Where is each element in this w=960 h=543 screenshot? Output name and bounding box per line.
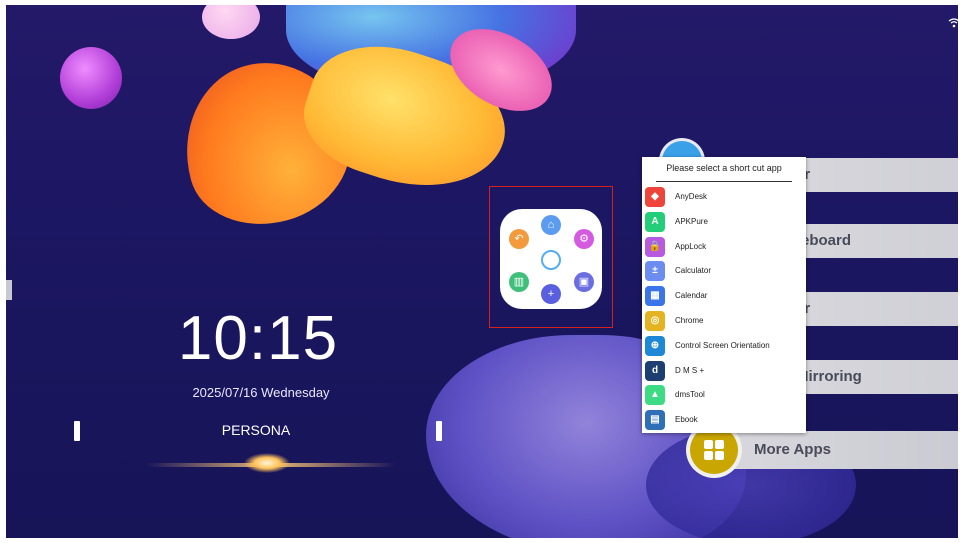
more-apps-label: More Apps [754, 441, 831, 458]
add-shortcut-icon[interactable]: + [541, 284, 561, 304]
dmstool-icon: ▲ [645, 385, 665, 406]
app-name: Calculator [675, 266, 712, 276]
side-panel-handle[interactable] [6, 280, 12, 300]
calendar-icon: ▦ [645, 286, 665, 307]
more-apps-icon[interactable] [690, 426, 738, 474]
window-icon[interactable]: ▣ [574, 272, 594, 292]
left-divider [74, 421, 80, 441]
right-divider [436, 421, 442, 441]
app-name: Chrome [675, 316, 704, 325]
center-circle-icon[interactable] [541, 250, 561, 270]
glow-spark [244, 453, 290, 473]
calculator-icon: ± [645, 261, 665, 282]
app-name: dmsTool [675, 390, 705, 400]
popup-title: Please select a short cut app [666, 163, 782, 173]
popup-divider [656, 181, 792, 182]
app-name: Calendar [675, 291, 708, 301]
app-list-item[interactable]: ▤ Ebook [642, 408, 806, 432]
app-list-item[interactable]: ± Calculator [642, 259, 806, 283]
app-name: AnyDesk [675, 192, 708, 201]
app-list-item[interactable]: ◎ Chrome [642, 309, 806, 333]
app-list-item[interactable]: ▦ Calendar [642, 284, 806, 308]
app-name: D M S + [675, 365, 705, 375]
shortcut-pad[interactable]: ⌂ ↶ ⚙ ▥ ▣ + [500, 209, 602, 309]
app-name: Control Screen Orientation [675, 340, 770, 350]
app-list-item[interactable]: ⊕ Control Screen Orientation [642, 334, 806, 358]
wallpaper-purple-orb [60, 47, 122, 109]
applock-icon: 🔒 [645, 236, 665, 257]
ebook-icon: ▤ [645, 410, 665, 431]
app-list-item[interactable]: d D M S + [642, 359, 806, 383]
clock-time: 10:15 [177, 304, 339, 373]
settings-icon[interactable]: ⚙ [574, 229, 594, 249]
home-icon[interactable]: ⌂ [541, 215, 561, 235]
app-list-item[interactable]: A APKPure [642, 210, 806, 234]
app-list-item[interactable]: ◆ AnyDesk [642, 185, 806, 209]
app-name: APKPure [675, 216, 708, 226]
wallpaper-pink-orb [202, 5, 260, 39]
orientation-icon: ⊕ [645, 335, 665, 356]
app-list-item[interactable]: 🔒 AppLock [642, 235, 806, 259]
shortcut-app-picker: Please select a short cut app ◆ AnyDesk A A… [642, 157, 806, 433]
wifi-icon [948, 17, 958, 29]
dms-icon: d [645, 360, 665, 381]
profile-label[interactable]: PERSONA [196, 422, 316, 438]
app-list-item[interactable]: ▲ dmsTool [642, 383, 806, 407]
anydesk-icon: ◆ [645, 187, 665, 207]
app-name: AppLock [675, 241, 707, 251]
app-name: Ebook [675, 415, 698, 425]
apkpure-icon: A [645, 211, 665, 232]
recent-apps-icon[interactable]: ▥ [509, 272, 529, 292]
clock-date: 2025/07/16 Wednesday [192, 385, 330, 400]
chrome-icon: ◎ [645, 311, 665, 331]
back-icon[interactable]: ↶ [509, 229, 529, 249]
launcher-screen: 10:15 2025/07/16 Wednesday PERSONA er te… [6, 5, 958, 538]
